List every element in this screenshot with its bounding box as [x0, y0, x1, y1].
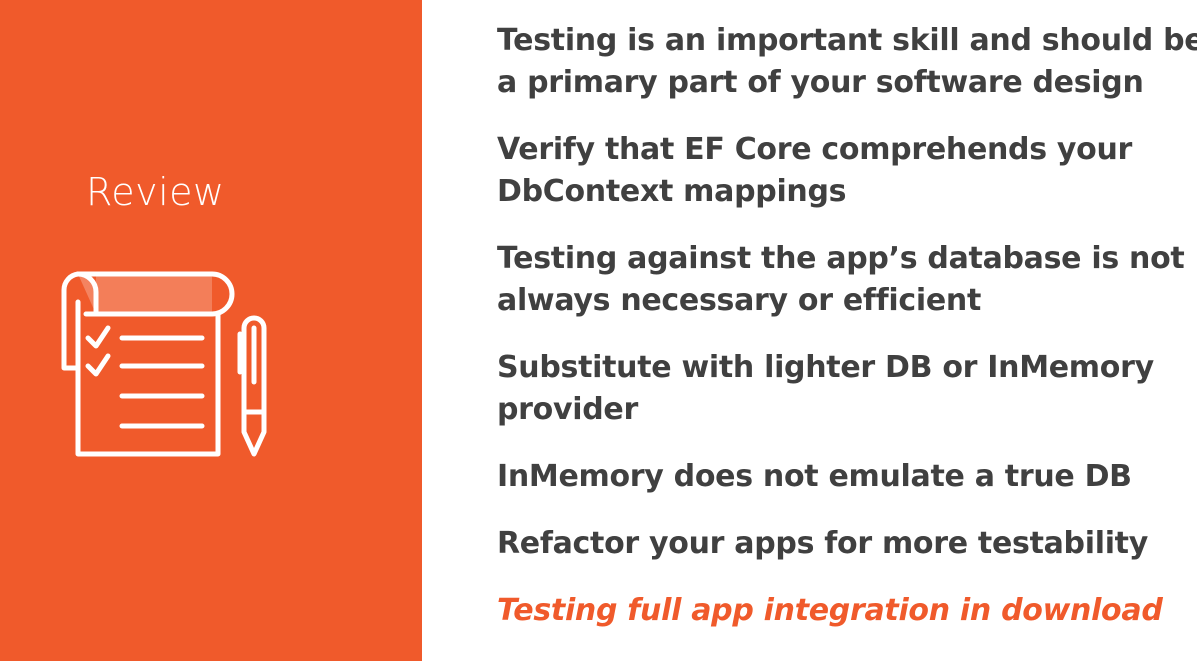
list-item-line: Substitute with lighter DB or InMemory: [497, 350, 1154, 385]
list-item: Testing against the app’s database is no…: [497, 238, 1187, 322]
list-item-line: Refactor your apps for more testability: [497, 526, 1148, 561]
list-item: InMemory does not emulate a true DB: [497, 456, 1187, 498]
list-item: Substitute with lighter DB or InMemory p…: [497, 347, 1187, 431]
slide: Review Testing is an important skill and…: [0, 0, 1197, 661]
list-item-line: DbContext mappings: [497, 174, 847, 209]
list-item-line: Testing against the app’s database is no…: [497, 241, 1185, 276]
list-item-line: Verify that EF Core comprehends your: [497, 132, 1133, 167]
list-item-line: Testing is an important skill and should…: [497, 23, 1197, 58]
highlight-item: Testing full app integration in download: [497, 590, 1187, 632]
side-panel: Review: [0, 0, 422, 661]
list-item-line: InMemory does not emulate a true DB: [497, 459, 1132, 494]
list-item: Testing is an important skill and should…: [497, 20, 1197, 104]
checklist-notepad-and-pen-icon: [61, 271, 267, 457]
list-item-line: always necessary or efficient: [497, 283, 982, 318]
review-points-list: Testing is an important skill and should…: [497, 20, 1197, 632]
list-item-line: provider: [497, 392, 638, 427]
highlight-text: Testing full app integration in download: [497, 593, 1163, 628]
list-item: Refactor your apps for more testability: [497, 523, 1187, 565]
list-item: Verify that EF Core comprehends your DbC…: [497, 129, 1187, 213]
section-title: Review: [86, 170, 225, 214]
list-item-line: a primary part of your software design: [497, 65, 1144, 100]
